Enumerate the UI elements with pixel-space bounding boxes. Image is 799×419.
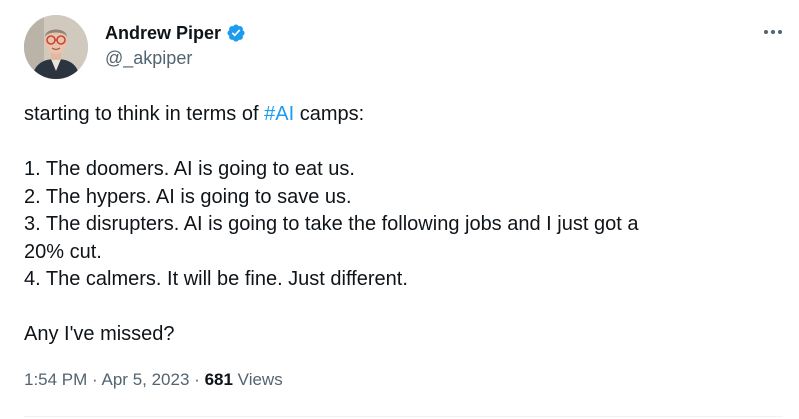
tweet-time[interactable]: 1:54 PM <box>24 370 87 389</box>
tweet-meta: 1:54 PM · Apr 5, 2023 · 681 Views <box>24 370 283 390</box>
verified-badge-icon[interactable] <box>226 23 246 43</box>
tweet-list-item: 2. The hypers. AI is going to save us. <box>24 185 352 208</box>
author-display-name[interactable]: Andrew Piper <box>105 23 221 44</box>
tweet-list-item: 1. The doomers. AI is going to eat us. <box>24 158 355 180</box>
tweet-list-item-continued: 20% cut. <box>24 240 102 263</box>
tweet-text: starting to think in terms of #AI camps:… <box>24 101 764 349</box>
more-options-icon[interactable] <box>760 22 786 42</box>
divider <box>24 416 783 417</box>
author-name-row: Andrew Piper <box>105 21 246 45</box>
hashtag-link[interactable]: #AI <box>264 103 294 125</box>
views-label: Views <box>237 370 283 389</box>
tweet-closing-line: Any I've missed? <box>24 323 175 345</box>
meta-separator: · <box>92 370 98 389</box>
tweet-date[interactable]: Apr 5, 2023 <box>102 370 190 389</box>
tweet-intro-line: starting to think in terms of #AI camps: <box>24 101 764 129</box>
avatar-image <box>24 15 88 79</box>
author-handle[interactable]: @_akpiper <box>105 48 192 69</box>
avatar[interactable] <box>24 15 88 79</box>
tweet-intro-prefix: starting to think in terms of <box>24 103 265 125</box>
views-count[interactable]: 681 <box>205 370 233 389</box>
tweet-intro-suffix: camps: <box>294 103 365 125</box>
meta-separator: · <box>194 370 200 389</box>
tweet-list-item: 3. The disrupters. AI is going to take t… <box>24 213 639 235</box>
tweet-card: Andrew Piper @_akpiper starting to think… <box>0 0 799 419</box>
tweet-list-item: 4. The calmers. It will be fine. Just di… <box>24 268 408 290</box>
